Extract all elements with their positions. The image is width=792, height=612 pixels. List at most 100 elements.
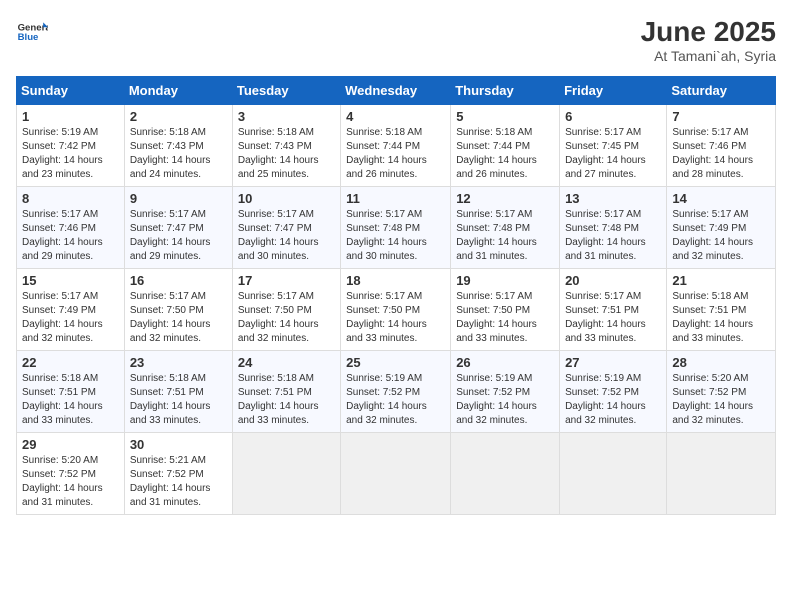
day-number: 21	[672, 273, 770, 288]
weekday-header-row: Sunday Monday Tuesday Wednesday Thursday…	[17, 77, 776, 105]
day-number: 2	[130, 109, 227, 124]
table-row: 12 Sunrise: 5:17 AMSunset: 7:48 PMDayligh…	[451, 187, 560, 269]
table-row: 13 Sunrise: 5:17 AMSunset: 7:48 PMDayligh…	[560, 187, 667, 269]
month-title: June 2025	[641, 16, 776, 48]
table-row: 7 Sunrise: 5:17 AMSunset: 7:46 PMDaylight…	[667, 105, 776, 187]
table-row: 3Sunrise: 5:18 AMSunset: 7:43 PMDaylight…	[232, 105, 340, 187]
cell-info: Sunrise: 5:18 AMSunset: 7:51 PMDaylight:…	[238, 372, 335, 428]
day-number: 22	[22, 355, 119, 370]
header-sunday: Sunday	[17, 77, 125, 105]
cell-info: Sunrise: 5:19 AMSunset: 7:52 PMDaylight:…	[565, 372, 661, 428]
cell-info: Sunrise: 5:17 AMSunset: 7:46 PMDaylight:…	[672, 126, 770, 182]
table-row: 30Sunrise: 5:21 AMSunset: 7:52 PMDayligh…	[124, 433, 232, 515]
day-number: 30	[130, 437, 227, 452]
cell-info: Sunrise: 5:19 AMSunset: 7:42 PMDaylight:…	[22, 126, 119, 182]
table-row: 9 Sunrise: 5:17 AMSunset: 7:47 PMDaylight…	[124, 187, 232, 269]
table-row: 24 Sunrise: 5:18 AMSunset: 7:51 PMDayligh…	[232, 351, 340, 433]
day-number: 4	[346, 109, 445, 124]
table-row: 27 Sunrise: 5:19 AMSunset: 7:52 PMDayligh…	[560, 351, 667, 433]
day-number: 25	[346, 355, 445, 370]
cell-info: Sunrise: 5:17 AMSunset: 7:48 PMDaylight:…	[456, 208, 554, 264]
table-row: 1Sunrise: 5:19 AMSunset: 7:42 PMDaylight…	[17, 105, 125, 187]
day-number: 16	[130, 273, 227, 288]
calendar-week-row: 29 Sunrise: 5:20 AMSunset: 7:52 PMDayligh…	[17, 433, 776, 515]
calendar-table: Sunday Monday Tuesday Wednesday Thursday…	[16, 76, 776, 515]
cell-info: Sunrise: 5:17 AMSunset: 7:51 PMDaylight:…	[565, 290, 661, 346]
cell-info: Sunrise: 5:17 AMSunset: 7:50 PMDaylight:…	[346, 290, 445, 346]
table-row: 6 Sunrise: 5:17 AMSunset: 7:45 PMDaylight…	[560, 105, 667, 187]
cell-info: Sunrise: 5:18 AMSunset: 7:44 PMDaylight:…	[346, 126, 445, 182]
cell-info: Sunrise: 5:17 AMSunset: 7:45 PMDaylight:…	[565, 126, 661, 182]
table-row: 10 Sunrise: 5:17 AMSunset: 7:47 PMDayligh…	[232, 187, 340, 269]
table-row: 5 Sunrise: 5:18 AMSunset: 7:44 PMDaylight…	[451, 105, 560, 187]
table-row	[667, 433, 776, 515]
cell-info: Sunrise: 5:17 AMSunset: 7:47 PMDaylight:…	[130, 208, 227, 264]
day-number: 3	[238, 109, 335, 124]
header-monday: Monday	[124, 77, 232, 105]
logo: General Blue	[16, 16, 48, 48]
day-number: 14	[672, 191, 770, 206]
table-row: 8Sunrise: 5:17 AMSunset: 7:46 PMDaylight…	[17, 187, 125, 269]
day-number: 28	[672, 355, 770, 370]
table-row: 23 Sunrise: 5:18 AMSunset: 7:51 PMDayligh…	[124, 351, 232, 433]
cell-info: Sunrise: 5:17 AMSunset: 7:50 PMDaylight:…	[456, 290, 554, 346]
cell-info: Sunrise: 5:20 AMSunset: 7:52 PMDaylight:…	[672, 372, 770, 428]
day-number: 27	[565, 355, 661, 370]
day-number: 9	[130, 191, 227, 206]
calendar-week-row: 1Sunrise: 5:19 AMSunset: 7:42 PMDaylight…	[17, 105, 776, 187]
day-number: 6	[565, 109, 661, 124]
table-row: 19 Sunrise: 5:17 AMSunset: 7:50 PMDayligh…	[451, 269, 560, 351]
cell-info: Sunrise: 5:18 AMSunset: 7:43 PMDaylight:…	[130, 126, 227, 182]
table-row: 15 Sunrise: 5:17 AMSunset: 7:49 PMDayligh…	[17, 269, 125, 351]
cell-info: Sunrise: 5:17 AMSunset: 7:46 PMDaylight:…	[22, 208, 119, 264]
table-row: 2 Sunrise: 5:18 AMSunset: 7:43 PMDaylight…	[124, 105, 232, 187]
cell-info: Sunrise: 5:18 AMSunset: 7:44 PMDaylight:…	[456, 126, 554, 182]
table-row: 11Sunrise: 5:17 AMSunset: 7:48 PMDayligh…	[341, 187, 451, 269]
cell-info: Sunrise: 5:18 AMSunset: 7:51 PMDaylight:…	[22, 372, 119, 428]
day-number: 20	[565, 273, 661, 288]
calendar-week-row: 8Sunrise: 5:17 AMSunset: 7:46 PMDaylight…	[17, 187, 776, 269]
calendar-week-row: 15 Sunrise: 5:17 AMSunset: 7:49 PMDayligh…	[17, 269, 776, 351]
day-number: 17	[238, 273, 335, 288]
header-saturday: Saturday	[667, 77, 776, 105]
table-row: 21 Sunrise: 5:18 AMSunset: 7:51 PMDayligh…	[667, 269, 776, 351]
table-row: 16Sunrise: 5:17 AMSunset: 7:50 PMDayligh…	[124, 269, 232, 351]
header-tuesday: Tuesday	[232, 77, 340, 105]
header-thursday: Thursday	[451, 77, 560, 105]
table-row	[560, 433, 667, 515]
day-number: 12	[456, 191, 554, 206]
cell-info: Sunrise: 5:17 AMSunset: 7:48 PMDaylight:…	[565, 208, 661, 264]
table-row: 25Sunrise: 5:19 AMSunset: 7:52 PMDayligh…	[341, 351, 451, 433]
table-row	[451, 433, 560, 515]
table-row: 4 Sunrise: 5:18 AMSunset: 7:44 PMDaylight…	[341, 105, 451, 187]
cell-info: Sunrise: 5:17 AMSunset: 7:47 PMDaylight:…	[238, 208, 335, 264]
day-number: 10	[238, 191, 335, 206]
table-row: 20 Sunrise: 5:17 AMSunset: 7:51 PMDayligh…	[560, 269, 667, 351]
cell-info: Sunrise: 5:18 AMSunset: 7:51 PMDaylight:…	[672, 290, 770, 346]
day-number: 23	[130, 355, 227, 370]
page-header: General Blue June 2025 At Tamani`ah, Syr…	[16, 16, 776, 64]
day-number: 5	[456, 109, 554, 124]
day-number: 26	[456, 355, 554, 370]
cell-info: Sunrise: 5:17 AMSunset: 7:49 PMDaylight:…	[672, 208, 770, 264]
svg-text:Blue: Blue	[18, 32, 39, 43]
table-row: 22 Sunrise: 5:18 AMSunset: 7:51 PMDayligh…	[17, 351, 125, 433]
cell-info: Sunrise: 5:18 AMSunset: 7:51 PMDaylight:…	[130, 372, 227, 428]
cell-info: Sunrise: 5:17 AMSunset: 7:50 PMDaylight:…	[238, 290, 335, 346]
cell-info: Sunrise: 5:19 AMSunset: 7:52 PMDaylight:…	[456, 372, 554, 428]
header-wednesday: Wednesday	[341, 77, 451, 105]
day-number: 15	[22, 273, 119, 288]
table-row: 28 Sunrise: 5:20 AMSunset: 7:52 PMDayligh…	[667, 351, 776, 433]
table-row	[232, 433, 340, 515]
day-number: 29	[22, 437, 119, 452]
table-row: 26 Sunrise: 5:19 AMSunset: 7:52 PMDayligh…	[451, 351, 560, 433]
day-number: 7	[672, 109, 770, 124]
table-row: 18Sunrise: 5:17 AMSunset: 7:50 PMDayligh…	[341, 269, 451, 351]
title-area: June 2025 At Tamani`ah, Syria	[641, 16, 776, 64]
table-row: 17 Sunrise: 5:17 AMSunset: 7:50 PMDayligh…	[232, 269, 340, 351]
day-number: 13	[565, 191, 661, 206]
day-number: 19	[456, 273, 554, 288]
day-number: 24	[238, 355, 335, 370]
cell-info: Sunrise: 5:20 AMSunset: 7:52 PMDaylight:…	[22, 454, 119, 510]
cell-info: Sunrise: 5:17 AMSunset: 7:49 PMDaylight:…	[22, 290, 119, 346]
